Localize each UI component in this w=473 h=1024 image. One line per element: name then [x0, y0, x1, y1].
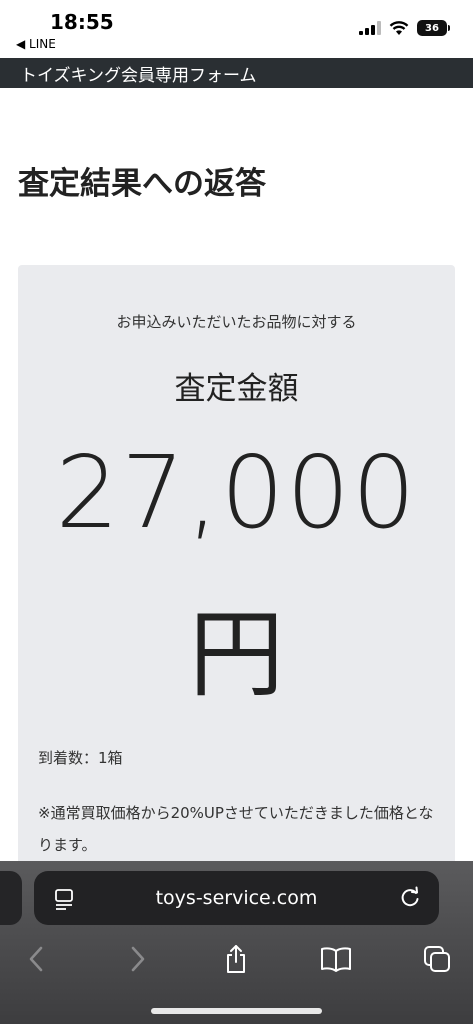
status-icons: 36: [359, 20, 450, 36]
reload-icon[interactable]: [399, 886, 421, 908]
bookmarks-button[interactable]: [316, 939, 356, 979]
back-to-app-link[interactable]: ◀ LINE: [16, 37, 56, 51]
status-time: 18:55: [50, 10, 114, 34]
book-icon: [321, 947, 351, 972]
status-bar: 18:55 ◀ LINE 36: [0, 0, 473, 58]
back-button[interactable]: [16, 939, 56, 979]
address-bar[interactable]: toys-service.com: [34, 871, 439, 925]
battery-icon: 36: [417, 20, 450, 36]
appraisal-amount-label: 査定金額: [174, 371, 299, 407]
url-text[interactable]: toys-service.com: [34, 887, 439, 909]
forward-button[interactable]: [118, 939, 158, 979]
appraisal-card: お申込みいただいたお品物に対する 査定金額 27,000 円 到着数：1箱 ※通…: [18, 265, 455, 885]
signal-icon: [359, 21, 381, 35]
tabs-icon: [424, 946, 450, 972]
price-note: ※通常買取価格から20%UPさせていただきました価格となります。: [38, 804, 434, 854]
tabs-button[interactable]: [417, 939, 457, 979]
form-header: トイズキング会員専用フォーム: [0, 58, 473, 88]
home-indicator: [151, 1008, 322, 1014]
browser-toolbar: toys-service.com: [0, 861, 473, 1024]
card-lead-text: お申込みいただいたお品物に対する: [116, 313, 357, 331]
chevron-left-icon: [29, 946, 43, 972]
arrival-count: 到着数：1箱: [38, 749, 123, 767]
chevron-right-icon: [131, 946, 145, 972]
page-title: 査定結果への返答: [18, 166, 266, 202]
share-button[interactable]: [216, 939, 256, 979]
appraisal-amount-unit: 円: [188, 600, 284, 710]
wifi-icon: [389, 20, 409, 35]
browser-nav-row: [0, 939, 473, 979]
appraisal-amount-value: 27,000: [55, 434, 418, 551]
previous-tab-peek[interactable]: [0, 871, 22, 925]
share-icon: [227, 945, 245, 973]
